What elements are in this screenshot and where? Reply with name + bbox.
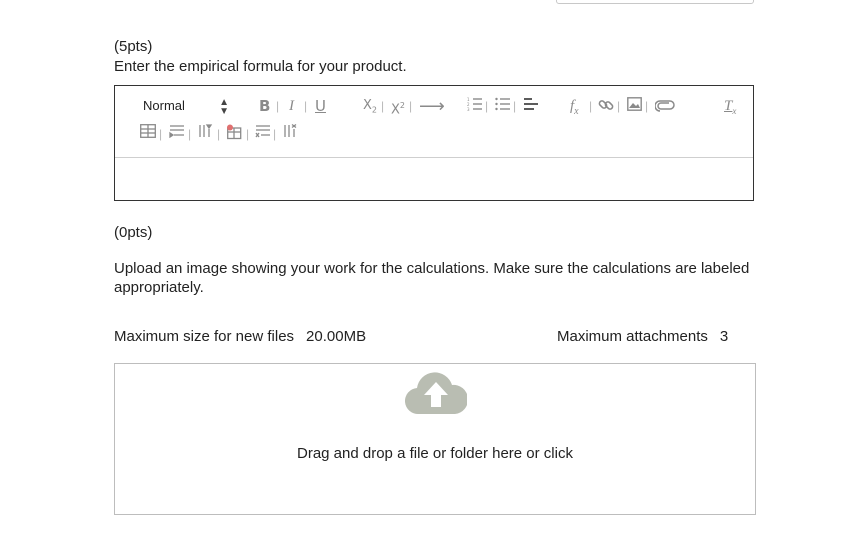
question-prompt: Enter the empirical formula for your pro… (114, 58, 407, 75)
format-select-value: Normal (143, 98, 185, 113)
select-arrows-icon: ▲ ▼ (219, 97, 229, 117)
toolbar-separator: | (188, 127, 192, 141)
max-attachments-label: Maximum attachments (557, 328, 708, 345)
attachment-icon[interactable] (654, 99, 675, 117)
toolbar-separator: | (513, 99, 517, 113)
toolbar-separator: | (485, 99, 489, 113)
rich-text-editor: Normal ▲ ▼ B | I | U X2 | X2 | ⟶ 123 | | … (114, 85, 754, 201)
editor-content-area[interactable] (115, 158, 753, 200)
toolbar-separator: | (617, 99, 621, 113)
table-column-delete-icon[interactable] (283, 123, 299, 142)
toolbar-separator: | (409, 99, 413, 113)
question-prompt: Upload an image showing your work for th… (114, 260, 750, 296)
superscript-icon[interactable]: X2 (391, 97, 405, 117)
subscript-icon[interactable]: X2 (363, 97, 377, 115)
dropzone-text: Drag and drop a file or folder here or c… (297, 445, 573, 462)
toolbar-separator: | (381, 99, 385, 113)
table-row-delete-icon[interactable] (255, 124, 271, 142)
toolbar-separator: | (159, 127, 163, 141)
ordered-list-icon[interactable]: 123 (467, 97, 483, 115)
table-delete-icon[interactable] (226, 124, 242, 142)
question-points: (0pts) (114, 224, 153, 241)
svg-text:3: 3 (467, 107, 470, 111)
arrow-right-icon[interactable]: ⟶ (419, 98, 445, 116)
toolbar-separator: | (276, 99, 280, 113)
italic-icon[interactable]: I (289, 97, 294, 115)
toolbar-separator: | (246, 127, 250, 141)
toolbar-separator: | (589, 99, 593, 113)
toolbar-separator: | (217, 127, 221, 141)
underline-icon[interactable]: U (315, 97, 326, 115)
max-attachments: Maximum attachments 3 (557, 328, 728, 345)
max-file-size: Maximum size for new files 20.00MB (114, 328, 366, 345)
image-icon[interactable] (627, 97, 642, 115)
cloud-upload-icon (404, 372, 469, 421)
toolbar-separator: | (304, 99, 308, 113)
max-attachments-value: 3 (719, 328, 729, 345)
table-icon[interactable] (140, 124, 156, 142)
question-points: (5pts) (114, 38, 153, 55)
max-size-label: Maximum size for new files (114, 328, 295, 345)
table-row-icon[interactable] (169, 124, 185, 142)
bold-icon[interactable]: B (259, 97, 270, 115)
clear-format-icon[interactable]: Tx (724, 97, 736, 116)
align-left-icon[interactable] (523, 97, 539, 115)
toolbar-separator: | (273, 127, 277, 141)
editor-toolbar: Normal ▲ ▼ B | I | U X2 | X2 | ⟶ 123 | | … (115, 86, 753, 158)
link-icon[interactable] (598, 97, 614, 115)
formula-icon[interactable]: fx (570, 97, 579, 117)
file-dropzone[interactable]: Drag and drop a file or folder here or c… (114, 363, 756, 515)
paragraph-format-select[interactable]: Normal ▲ ▼ (143, 97, 229, 117)
table-column-icon[interactable] (198, 124, 214, 142)
previous-field-edge (556, 0, 754, 4)
max-size-value: 20.00MB (306, 328, 367, 345)
toolbar-separator: | (645, 99, 649, 113)
unordered-list-icon[interactable] (495, 97, 511, 115)
